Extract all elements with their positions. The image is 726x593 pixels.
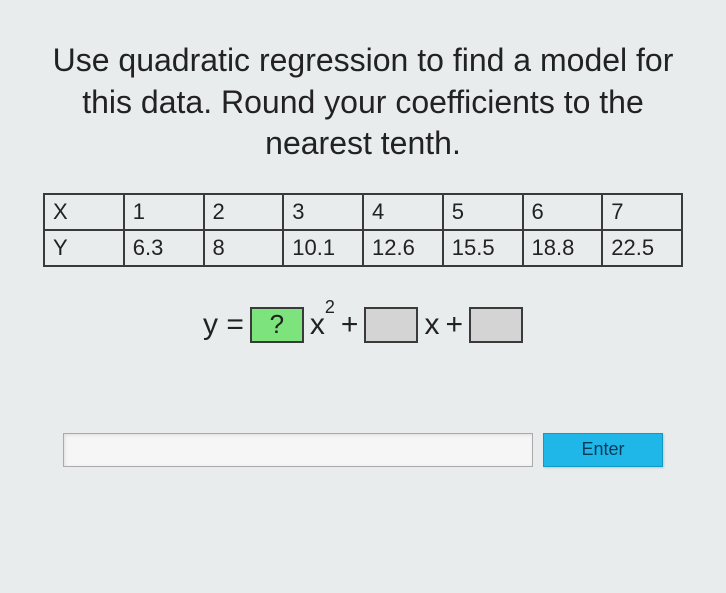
- y-cell: 10.1: [283, 230, 363, 266]
- question-prompt: Use quadratic regression to find a model…: [30, 40, 696, 165]
- y-cell: 15.5: [443, 230, 523, 266]
- x-cell: 5: [443, 194, 523, 230]
- x-cell: 1: [124, 194, 204, 230]
- y-label: Y: [44, 230, 124, 266]
- answer-input[interactable]: [63, 433, 533, 467]
- x-cell: 4: [363, 194, 443, 230]
- x-cell: 6: [523, 194, 603, 230]
- coefficient-a-input[interactable]: ?: [250, 307, 304, 343]
- plus-sign: +: [341, 308, 359, 342]
- enter-button[interactable]: Enter: [543, 433, 663, 467]
- x-cell: 2: [204, 194, 284, 230]
- x-squared-term: x2: [310, 307, 335, 342]
- y-cell: 12.6: [363, 230, 443, 266]
- table-row-x: X 1 2 3 4 5 6 7: [44, 194, 682, 230]
- coefficient-b-input[interactable]: [364, 307, 418, 343]
- y-cell: 8: [204, 230, 284, 266]
- data-table: X 1 2 3 4 5 6 7 Y 6.3 8 10.1 12.6 15.5 1…: [43, 193, 683, 267]
- x-var: x: [310, 308, 325, 341]
- x-cell: 7: [602, 194, 682, 230]
- y-cell: 18.8: [523, 230, 603, 266]
- x-label: X: [44, 194, 124, 230]
- y-cell: 6.3: [124, 230, 204, 266]
- coefficient-c-input[interactable]: [469, 307, 523, 343]
- equation-template: y = ? x2 + x +: [203, 307, 523, 343]
- x-term: x: [424, 308, 439, 342]
- x-cell: 3: [283, 194, 363, 230]
- y-cell: 22.5: [602, 230, 682, 266]
- answer-row: Enter: [63, 433, 663, 467]
- table-row-y: Y 6.3 8 10.1 12.6 15.5 18.8 22.5: [44, 230, 682, 266]
- y-equals: y =: [203, 308, 244, 342]
- exponent-2: 2: [325, 297, 335, 317]
- plus-sign: +: [445, 308, 463, 342]
